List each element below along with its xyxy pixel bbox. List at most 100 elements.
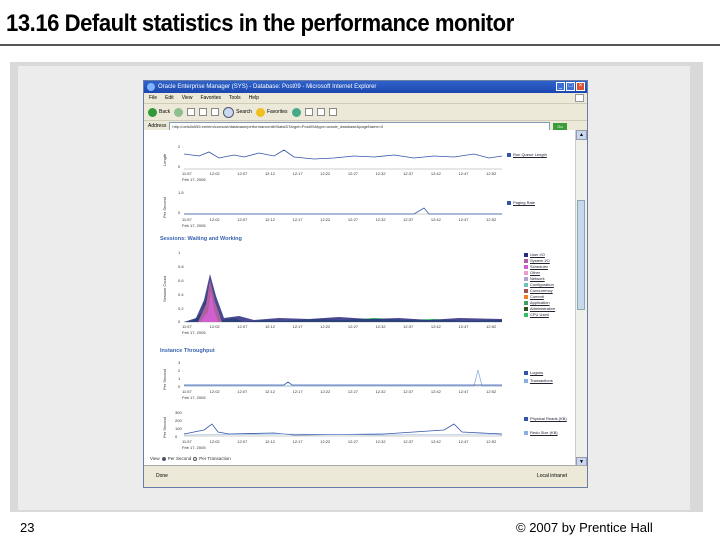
x-tick-label: 12:32 [375, 324, 386, 329]
go-button[interactable]: Go [553, 122, 567, 130]
x-tick-label: 12:37 [403, 217, 414, 222]
x-tick-label: 12:32 [375, 171, 386, 176]
legend-run-queue[interactable]: Run Queue Length [507, 152, 555, 157]
radio-per-transaction[interactable] [193, 456, 198, 461]
windows-logo-icon [575, 94, 584, 102]
edit-button[interactable] [328, 108, 337, 116]
history-button[interactable] [291, 107, 301, 117]
menu-view[interactable]: View [182, 93, 193, 103]
legend-paging[interactable]: Paging Rate [507, 200, 555, 205]
legend-other[interactable]: Other [524, 270, 572, 275]
menu-edit[interactable]: Edit [165, 93, 174, 103]
x-tick-label: 12:47 [458, 217, 469, 222]
legend-transactions[interactable]: Transactions [524, 378, 572, 383]
x-tick-label: 11:57 [182, 171, 192, 176]
x-tick-label: 12:07 [237, 439, 248, 444]
address-label: Address [148, 123, 167, 129]
throughput1-ytick: 3 [178, 360, 181, 365]
legend-application[interactable]: Application [524, 300, 572, 305]
maximize-button[interactable]: □ [566, 82, 575, 91]
legend-scheduler[interactable]: Scheduler [524, 264, 572, 269]
legend-system-io[interactable]: System I/O [524, 258, 572, 263]
home-button[interactable] [211, 108, 220, 116]
stop-button[interactable] [187, 108, 196, 116]
x-tick-label: 12:47 [458, 439, 469, 444]
legend-commit[interactable]: Commit [524, 294, 572, 299]
search-button[interactable]: Search [223, 106, 252, 118]
x-tick-label: 12:27 [347, 171, 358, 176]
throughput2-ytick: 300 [175, 410, 182, 415]
toolbar: Back Search Favorites [144, 104, 587, 121]
x-tick-label: 12:17 [292, 171, 303, 176]
throughput1-ytick: 0 [178, 384, 181, 389]
mail-button[interactable] [304, 108, 313, 116]
throughput2-ytick: 100 [175, 426, 182, 431]
back-button[interactable]: Back [148, 107, 170, 117]
menu-tools[interactable]: Tools [229, 93, 241, 103]
view-label: View [150, 456, 160, 461]
x-tick-label: 12:47 [458, 171, 469, 176]
close-button[interactable]: × [576, 82, 585, 91]
x-tick-label: 11:57 [182, 324, 192, 329]
legend-network[interactable]: Network [524, 276, 572, 281]
legend-administrative[interactable]: Administrative [524, 306, 572, 311]
x-tick-label: 12:22 [320, 389, 331, 394]
legend-user-io[interactable]: User I/O [524, 252, 572, 257]
x-tick-label: 12:52 [486, 389, 497, 394]
ie-icon [147, 83, 155, 91]
favorites-button[interactable]: Favorites [255, 107, 288, 117]
legend-concurrency[interactable]: Concurrency [524, 288, 572, 293]
x-tick-label: 12:17 [292, 217, 303, 222]
run-queue-ytick: 2 [178, 144, 181, 149]
forward-button[interactable] [174, 107, 184, 117]
x-tick-label: 12:37 [403, 439, 414, 444]
legend-redo-size[interactable]: Redo Size (KB) [524, 430, 572, 435]
x-tick-label: 12:32 [375, 439, 386, 444]
sessions-ytick: 0.8 [178, 264, 184, 269]
x-tick-label: 12:42 [430, 171, 441, 176]
x-tick-label: 12:22 [320, 171, 331, 176]
x-tick-label: 12:22 [320, 217, 331, 222]
legend-configuration[interactable]: Configuration [524, 282, 572, 287]
x-tick-label: 12:27 [347, 324, 358, 329]
x-tick-label: 12:47 [458, 389, 469, 394]
paging-ytick: 0 [178, 210, 181, 215]
radio-per-second[interactable] [161, 456, 166, 461]
menu-favorites[interactable]: Favorites [200, 93, 221, 103]
menu-help[interactable]: Help [249, 93, 259, 103]
menu-file[interactable]: File [149, 93, 157, 103]
legend-logons[interactable]: Logons [524, 370, 572, 375]
x-tick-label: 11:57 [182, 439, 192, 444]
refresh-button[interactable] [199, 108, 208, 116]
legend-physical-reads[interactable]: Physical Reads (KB) [524, 416, 572, 421]
x-tick-label: 12:52 [486, 171, 497, 176]
x-tick-label: 12:02 [209, 439, 220, 444]
run-queue-ylabel: Length [162, 153, 167, 166]
run-queue-ytick: 0 [178, 164, 181, 169]
sessions-ytick: 0.6 [178, 278, 184, 283]
sessions-ytick: 0.2 [178, 306, 184, 311]
x-tick-label: 12:12 [264, 171, 275, 176]
legend-cpu-used[interactable]: CPU Used [524, 312, 572, 317]
vertical-scrollbar[interactable]: ▲ ▼ [575, 130, 587, 467]
x-date-label: Feb 17, 2005 [182, 223, 206, 228]
minimize-button[interactable]: _ [556, 82, 565, 91]
logons-chart [184, 369, 502, 387]
scroll-up-arrow[interactable]: ▲ [576, 130, 587, 140]
x-date-label: Feb 17, 2005 [182, 395, 206, 400]
radio-per-second-label: Per Second [167, 456, 192, 461]
menu-bar: File Edit View Favorites Tools Help [144, 93, 587, 104]
browser-window: Oracle Enterprise Manager (SYS) - Databa… [143, 80, 588, 488]
print-button[interactable] [316, 108, 325, 116]
throughput2-ytick: 200 [175, 418, 182, 423]
sessions-ytick: 0 [178, 319, 181, 324]
paging-ylabel: Per Second [162, 197, 167, 218]
x-tick-label: 12:47 [458, 324, 469, 329]
x-tick-label: 12:42 [430, 389, 441, 394]
logons-ylabel: Per Second [162, 369, 167, 390]
slide-number: 23 [20, 520, 35, 535]
x-tick-label: 11:57 [182, 217, 192, 222]
throughput-section-title: Instance Throughput [160, 348, 215, 354]
scroll-thumb[interactable] [577, 200, 585, 310]
x-tick-label: 12:02 [209, 217, 220, 222]
